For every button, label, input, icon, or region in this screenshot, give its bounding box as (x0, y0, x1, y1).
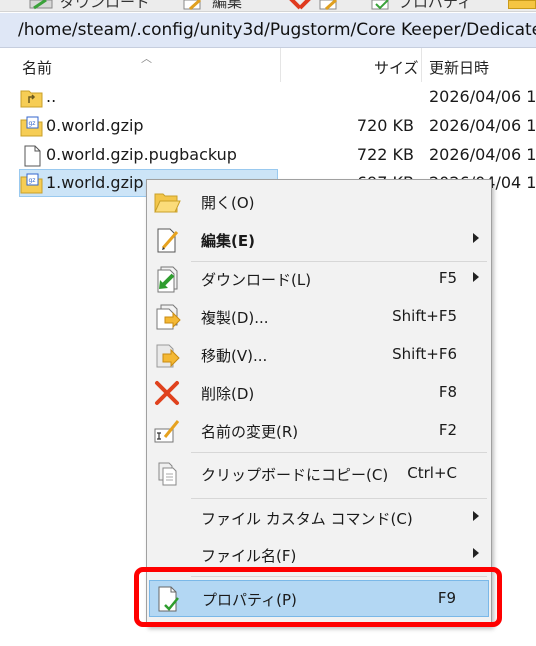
duplicate-icon (156, 304, 181, 330)
menu-item-shortcut: F2 (438, 421, 457, 439)
submenu-arrow-icon (473, 233, 479, 243)
svg-text:gz: gz (29, 177, 36, 184)
submenu-arrow-icon (473, 272, 479, 282)
menu-item-shortcut: F8 (438, 383, 457, 401)
menu-item-delete[interactable]: 削除(D) F8 (149, 375, 489, 411)
menu-item-shortcut: Shift+F5 (392, 307, 457, 325)
parent-folder-icon (20, 90, 43, 108)
column-modified[interactable]: 更新日時 (429, 57, 489, 78)
file-size: 722 KB (356, 145, 414, 164)
archive-file-icon: gz (20, 116, 43, 137)
current-path[interactable]: /home/steam/.config/unity3d/Pugstorm/Cor… (18, 20, 536, 40)
column-separator[interactable] (280, 48, 281, 82)
menu-item-shortcut: Ctrl+C (407, 464, 457, 482)
edit-icon[interactable] (318, 0, 340, 10)
menu-item-label: 編集(E) (201, 232, 255, 250)
file-name: 1.world.gzip (46, 173, 144, 192)
menu-item-open[interactable]: 開く(O) (149, 184, 489, 220)
menu-item-custom-commands[interactable]: ファイル カスタム コマンド(C) (149, 500, 489, 536)
properties-icon[interactable] (370, 0, 392, 10)
file-date: 2026/04/06 1 (429, 116, 536, 135)
file-row[interactable]: 0.world.gzip.pugbackup 722 KB 2026/04/06… (0, 141, 536, 171)
column-size[interactable]: サイズ (374, 57, 419, 78)
menu-item-label: ファイル名(F) (201, 547, 297, 565)
menu-item-move[interactable]: 移動(V)... Shift+F6 (149, 337, 489, 373)
menu-item-duplicate[interactable]: 複製(D)... Shift+F5 (149, 299, 489, 335)
menu-item-label: ファイル カスタム コマンド(C) (201, 510, 413, 528)
move-icon (156, 344, 180, 368)
folder-icon[interactable] (508, 0, 536, 9)
submenu-arrow-icon (473, 511, 479, 521)
column-name[interactable]: 名前 (22, 57, 52, 78)
column-header: ︿ 名前 サイズ 更新日時 (0, 48, 536, 82)
toolbar-download-label[interactable]: ダウンロード (60, 0, 150, 12)
menu-item-rename[interactable]: 名前の変更(R) F2 (149, 413, 489, 449)
column-separator[interactable] (421, 48, 422, 82)
clipboard-copy-icon (158, 462, 177, 486)
file-name: 0.world.gzip (46, 116, 144, 135)
delete-icon (155, 381, 179, 405)
menu-item-label: 複製(D)... (201, 309, 269, 327)
path-bar[interactable]: /home/steam/.config/unity3d/Pugstorm/Cor… (0, 13, 536, 48)
menu-separator (191, 498, 487, 499)
submenu-arrow-icon (473, 548, 479, 558)
edit-icon[interactable] (182, 0, 204, 10)
menu-item-copy-clipboard[interactable]: クリップボードにコピー(C) Ctrl+C (149, 456, 489, 492)
toolbar: ダウンロード 編集 プロパティ (0, 0, 536, 12)
sort-ascending-icon: ︿ (141, 52, 152, 65)
menu-item-download[interactable]: ダウンロード(L) F5 (149, 261, 489, 297)
file-date: 2026/04/06 1 (429, 145, 536, 164)
file-row[interactable]: gz 0.world.gzip 720 KB 2026/04/06 1 (0, 112, 536, 142)
menu-item-label: 削除(D) (201, 385, 255, 403)
menu-item-label: 開く(O) (201, 194, 255, 212)
menu-item-shortcut: Shift+F6 (392, 345, 457, 363)
annotation-highlight-box (134, 567, 502, 627)
menu-item-label: 移動(V)... (201, 347, 268, 365)
file-date: 2026/04/06 1 (429, 87, 536, 106)
open-folder-icon (154, 193, 181, 213)
download-icon (157, 266, 178, 293)
blank-file-icon (24, 145, 41, 167)
file-name: 0.world.gzip.pugbackup (46, 145, 237, 164)
file-manager-window: ダウンロード 編集 プロパティ /home/steam/.config/unit… (0, 0, 536, 646)
archive-file-icon: gz (20, 173, 43, 194)
svg-text:gz: gz (29, 120, 36, 127)
menu-item-label: 名前の変更(R) (201, 423, 299, 441)
edit-icon (157, 228, 179, 253)
menu-item-shortcut: F5 (438, 269, 457, 287)
rename-icon (154, 420, 180, 443)
download-icon[interactable] (26, 0, 56, 10)
menu-item-edit[interactable]: 編集(E) (149, 222, 489, 258)
file-size: 720 KB (356, 116, 414, 135)
delete-icon[interactable] (288, 0, 312, 10)
menu-item-label: クリップボードにコピー(C) (201, 466, 389, 484)
file-name: .. (46, 87, 57, 106)
menu-separator (191, 452, 487, 453)
file-row-parent[interactable]: .. 2026/04/06 1 (0, 83, 536, 113)
context-menu: 開く(O) 編集(E) ダウンロード(L) F5 複製(D)... Shift+… (146, 179, 492, 626)
menu-item-label: ダウンロード(L) (201, 271, 312, 289)
toolbar-properties-label[interactable]: プロパティ (398, 0, 472, 12)
toolbar-edit-label[interactable]: 編集 (212, 0, 242, 12)
